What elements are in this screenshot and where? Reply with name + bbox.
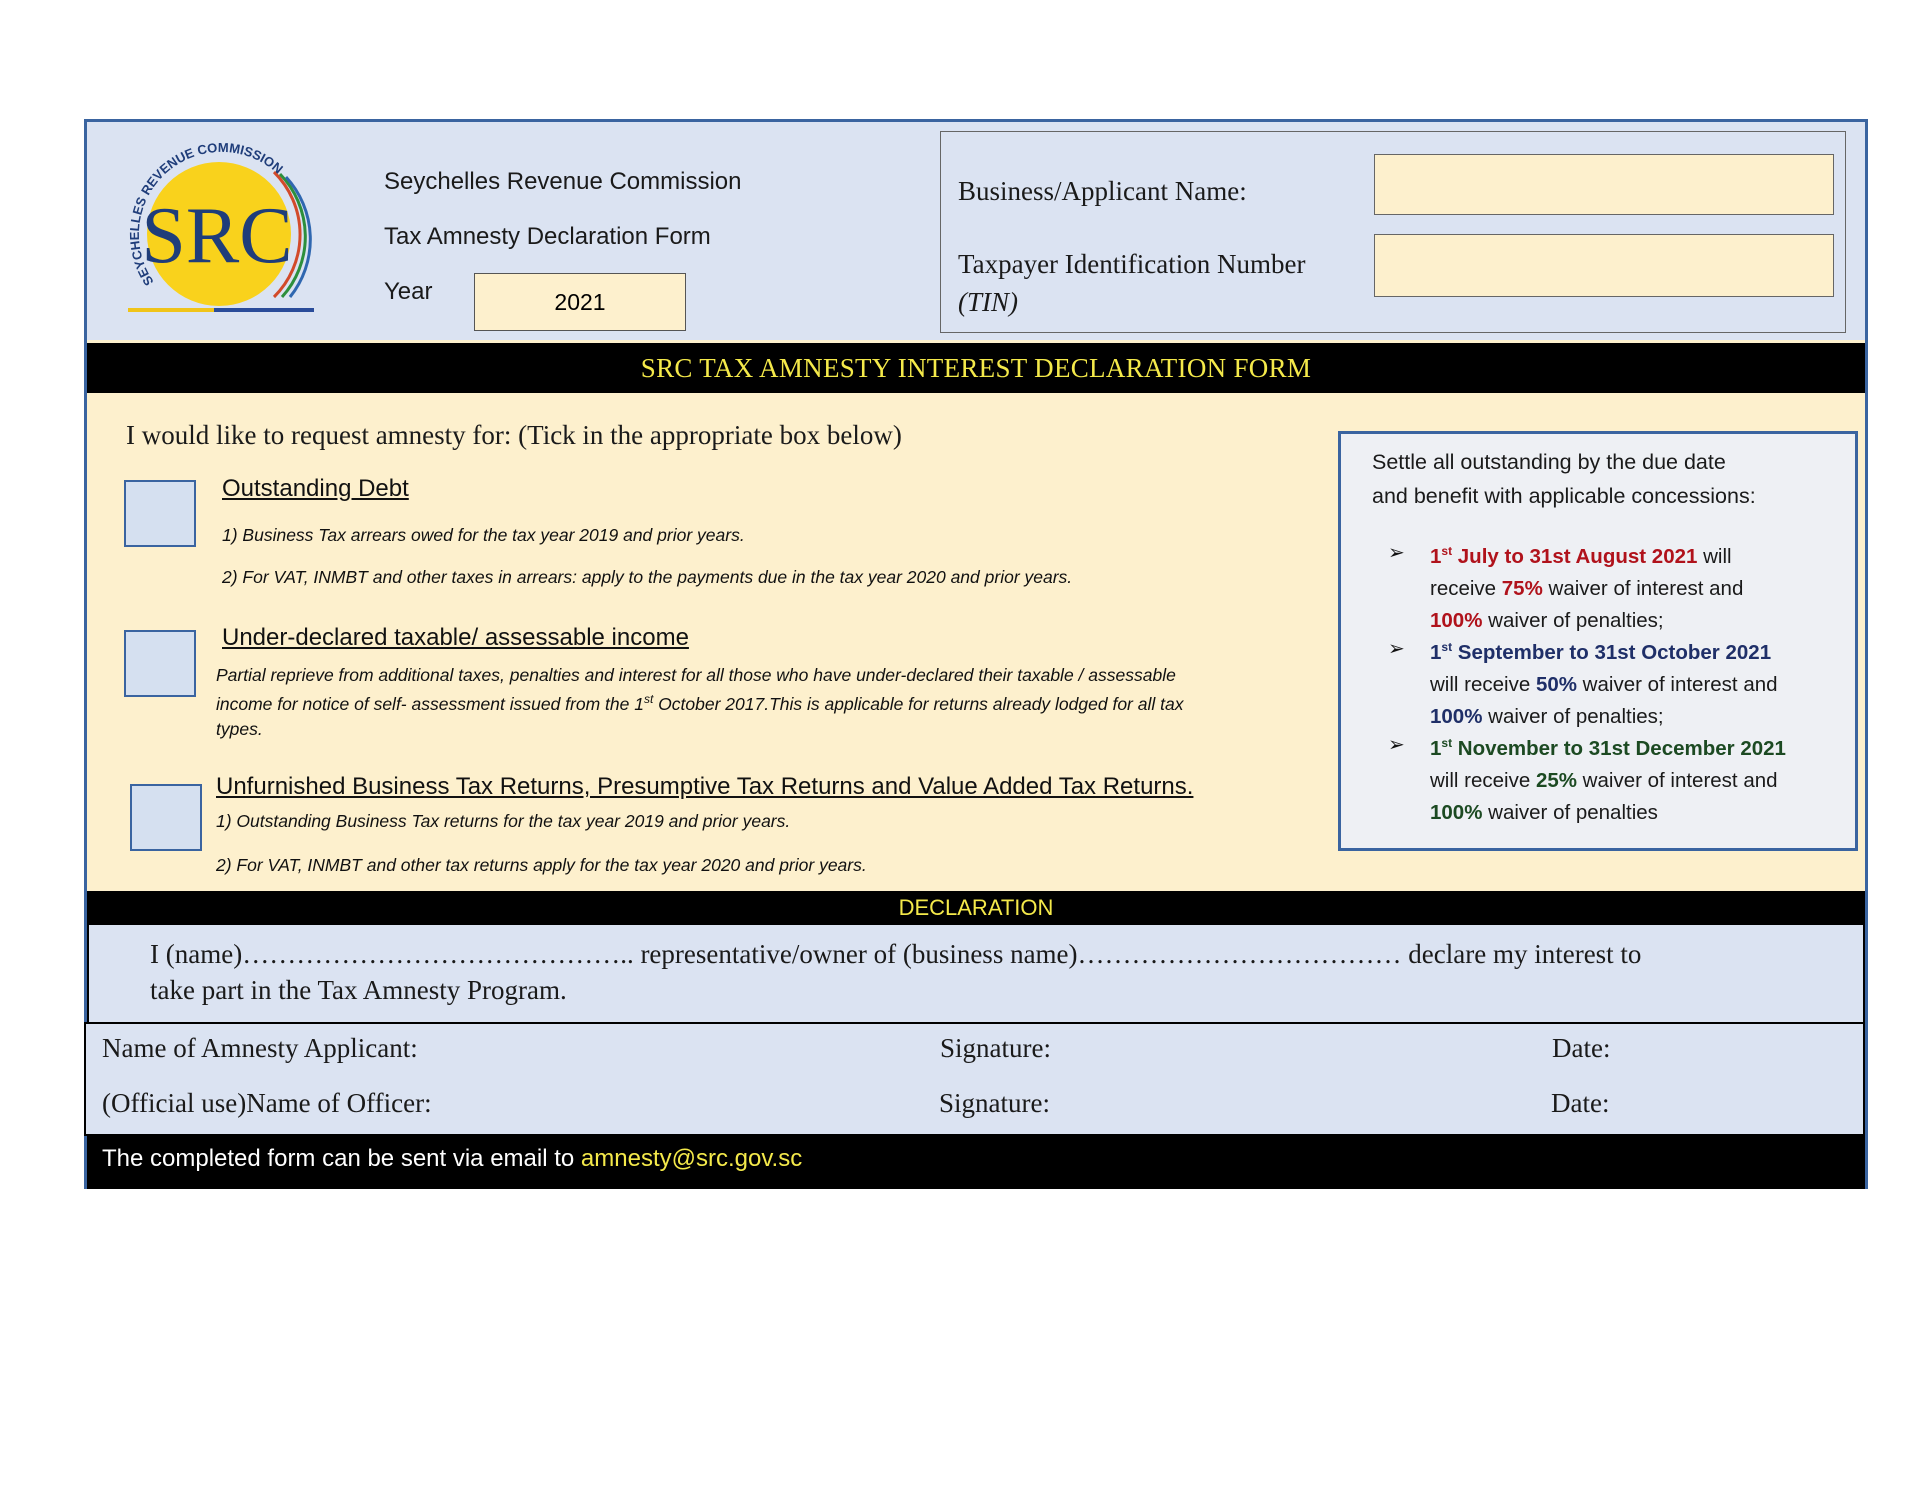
- declaration-bar: DECLARATION: [87, 891, 1865, 925]
- concessions-intro-2: and benefit with applicable concessions:: [1372, 484, 1756, 508]
- under-declared-line2: income for notice of self- assessment is…: [216, 692, 1184, 714]
- year-label: Year: [384, 278, 433, 305]
- officer-date-label: Date:: [1551, 1088, 1610, 1118]
- org-name: Seychelles Revenue Commission: [384, 168, 742, 195]
- form-name: Tax Amnesty Declaration Form: [384, 223, 711, 250]
- concession-1: 1st July to 31st August 2021 will receiv…: [1430, 544, 1744, 632]
- bullet-arrow-icon: ➢: [1388, 542, 1405, 564]
- under-declared-line1: Partial reprieve from additional taxes, …: [216, 665, 1176, 685]
- bullet-arrow-icon: ➢: [1388, 734, 1405, 756]
- declaration-line-1: I (name)…………………………………….. representative/…: [150, 939, 1642, 969]
- outstanding-debt-line2: 2) For VAT, INMBT and other taxes in arr…: [222, 567, 1073, 587]
- outstanding-debt-heading: Outstanding Debt: [222, 475, 409, 502]
- officer-name-label: (Official use)Name of Officer:: [102, 1088, 432, 1118]
- unfurnished-returns-line1: 1) Outstanding Business Tax returns for …: [216, 811, 791, 831]
- under-declared-heading: Under-declared taxable/ assessable incom…: [222, 624, 689, 651]
- unfurnished-returns-line2: 2) For VAT, INMBT and other tax returns …: [216, 855, 867, 875]
- business-name-input[interactable]: [1374, 154, 1834, 215]
- footer-email-link[interactable]: amnesty@src.gov.sc: [581, 1145, 802, 1172]
- logo-letters: SRC: [141, 192, 292, 280]
- unfurnished-returns-checkbox[interactable]: [130, 784, 202, 851]
- tin-label: Taxpayer Identification Number: [958, 249, 1306, 279]
- concession-2: 1st September to 31st October 2021 will …: [1430, 640, 1778, 728]
- applicant-name-label: Name of Amnesty Applicant:: [102, 1033, 418, 1063]
- concession-3: 1st November to 31st December 2021 will …: [1430, 736, 1786, 824]
- amnesty-intro: I would like to request amnesty for: (Ti…: [126, 420, 902, 450]
- applicant-signature-label: Signature:: [940, 1033, 1051, 1063]
- bullet-arrow-icon: ➢: [1388, 638, 1405, 660]
- officer-signature-label: Signature:: [939, 1088, 1050, 1118]
- outstanding-debt-checkbox[interactable]: [124, 480, 196, 547]
- under-declared-checkbox[interactable]: [124, 630, 196, 697]
- form-title-bar: SRC TAX AMNESTY INTEREST DECLARATION FOR…: [87, 343, 1865, 393]
- form-title: SRC TAX AMNESTY INTEREST DECLARATION FOR…: [640, 352, 1312, 383]
- business-name-label: Business/Applicant Name:: [958, 176, 1247, 206]
- applicant-date-label: Date:: [1552, 1033, 1611, 1063]
- declaration-line-2: take part in the Tax Amnesty Program.: [150, 975, 567, 1005]
- unfurnished-returns-heading: Unfurnished Business Tax Returns, Presum…: [216, 773, 1194, 800]
- outstanding-debt-line1: 1) Business Tax arrears owed for the tax…: [222, 525, 745, 545]
- tin-abbr: (TIN): [958, 287, 1018, 317]
- year-field[interactable]: 2021: [474, 273, 686, 331]
- under-declared-line3: types.: [216, 719, 263, 739]
- concessions-intro-1: Settle all outstanding by the due date: [1372, 450, 1726, 474]
- footer-text: The completed form can be sent via email…: [102, 1145, 803, 1172]
- src-logo: SEYCHELLES REVENUE COMMISSION SRC: [124, 132, 324, 322]
- declaration-title: DECLARATION: [898, 895, 1054, 920]
- tin-input[interactable]: [1374, 234, 1834, 297]
